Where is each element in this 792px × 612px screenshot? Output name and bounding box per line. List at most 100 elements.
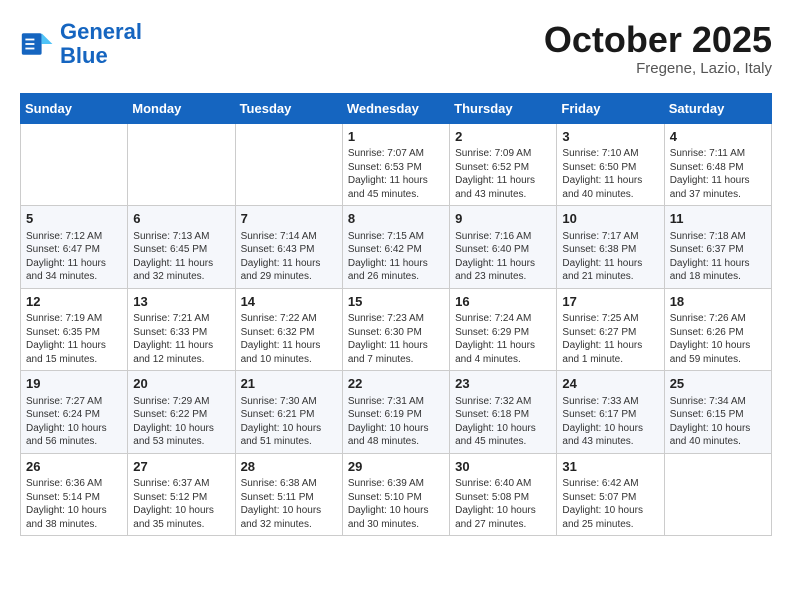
day-info: Sunrise: 7:25 AM Sunset: 6:27 PM Dayligh… — [562, 312, 658, 366]
day-number: 26 — [26, 458, 122, 476]
day-info: Sunrise: 7:32 AM Sunset: 6:18 PM Dayligh… — [455, 395, 551, 449]
day-info: Sunrise: 7:11 AM Sunset: 6:48 PM Dayligh… — [670, 147, 766, 201]
calendar-cell: 20 Sunrise: 7:29 AM Sunset: 6:22 PM Dayli… — [128, 371, 235, 454]
day-number: 15 — [348, 293, 444, 311]
calendar-week-row: 19 Sunrise: 7:27 AM Sunset: 6:24 PM Dayli… — [21, 371, 772, 454]
calendar-cell: 30Sunrise: 6:40 AM Sunset: 5:08 PM Dayli… — [450, 453, 557, 536]
calendar-cell: 31Sunrise: 6:42 AM Sunset: 5:07 PM Dayli… — [557, 453, 664, 536]
day-number: 2 — [455, 128, 551, 146]
day-number: 31 — [562, 458, 658, 476]
day-number: 30 — [455, 458, 551, 476]
calendar-cell: 6Sunrise: 7:13 AM Sunset: 6:45 PM Daylig… — [128, 206, 235, 289]
day-info: Sunrise: 6:38 AM Sunset: 5:11 PM Dayligh… — [241, 477, 337, 531]
calendar-cell — [664, 453, 771, 536]
day-info: Sunrise: 7:23 AM Sunset: 6:30 PM Dayligh… — [348, 312, 444, 366]
day-info: Sunrise: 7:26 AM Sunset: 6:26 PM Dayligh… — [670, 312, 766, 366]
calendar-cell: 18Sunrise: 7:26 AM Sunset: 6:26 PM Dayli… — [664, 288, 771, 371]
day-number: 8 — [348, 210, 444, 228]
day-number: 22 — [348, 375, 444, 393]
calendar-cell: 24 Sunrise: 7:33 AM Sunset: 6:17 PM Dayli… — [557, 371, 664, 454]
calendar-cell: 2Sunrise: 7:09 AM Sunset: 6:52 PM Daylig… — [450, 123, 557, 206]
calendar-cell: 15Sunrise: 7:23 AM Sunset: 6:30 PM Dayli… — [342, 288, 449, 371]
column-header-tuesday: Tuesday — [235, 93, 342, 123]
calendar-header-row: SundayMondayTuesdayWednesdayThursdayFrid… — [21, 93, 772, 123]
day-number: 16 — [455, 293, 551, 311]
day-info: Sunrise: 6:37 AM Sunset: 5:12 PM Dayligh… — [133, 477, 229, 531]
calendar-cell: 14Sunrise: 7:22 AM Sunset: 6:32 PM Dayli… — [235, 288, 342, 371]
column-header-thursday: Thursday — [450, 93, 557, 123]
day-info: Sunrise: 7:24 AM Sunset: 6:29 PM Dayligh… — [455, 312, 551, 366]
day-number: 27 — [133, 458, 229, 476]
day-number: 19 — [26, 375, 122, 393]
calendar-cell: 29Sunrise: 6:39 AM Sunset: 5:10 PM Dayli… — [342, 453, 449, 536]
day-info: Sunrise: 7:31 AM Sunset: 6:19 PM Dayligh… — [348, 395, 444, 449]
logo-line2: Blue — [60, 43, 108, 68]
location: Fregene, Lazio, Italy — [544, 60, 772, 77]
calendar-cell — [235, 123, 342, 206]
calendar-week-row: 26Sunrise: 6:36 AM Sunset: 5:14 PM Dayli… — [21, 453, 772, 536]
calendar-week-row: 12Sunrise: 7:19 AM Sunset: 6:35 PM Dayli… — [21, 288, 772, 371]
day-info: Sunrise: 7:10 AM Sunset: 6:50 PM Dayligh… — [562, 147, 658, 201]
calendar-cell: 27Sunrise: 6:37 AM Sunset: 5:12 PM Dayli… — [128, 453, 235, 536]
calendar-cell — [128, 123, 235, 206]
calendar-week-row: 5Sunrise: 7:12 AM Sunset: 6:47 PM Daylig… — [21, 206, 772, 289]
logo-icon — [20, 26, 56, 62]
day-number: 10 — [562, 210, 658, 228]
day-info: Sunrise: 6:36 AM Sunset: 5:14 PM Dayligh… — [26, 477, 122, 531]
day-info: Sunrise: 6:39 AM Sunset: 5:10 PM Dayligh… — [348, 477, 444, 531]
title-block: October 2025 Fregene, Lazio, Italy — [544, 20, 772, 77]
column-header-saturday: Saturday — [664, 93, 771, 123]
day-number: 1 — [348, 128, 444, 146]
page-header: General Blue October 2025 Fregene, Lazio… — [20, 20, 772, 77]
day-info: Sunrise: 7:18 AM Sunset: 6:37 PM Dayligh… — [670, 230, 766, 284]
day-number: 20 — [133, 375, 229, 393]
day-info: Sunrise: 7:19 AM Sunset: 6:35 PM Dayligh… — [26, 312, 122, 366]
day-number: 24 — [562, 375, 658, 393]
day-info: Sunrise: 7:30 AM Sunset: 6:21 PM Dayligh… — [241, 395, 337, 449]
calendar-cell: 11 Sunrise: 7:18 AM Sunset: 6:37 PM Dayli… — [664, 206, 771, 289]
day-number: 11 — [670, 210, 766, 228]
month-title: October 2025 — [544, 20, 772, 60]
column-header-wednesday: Wednesday — [342, 93, 449, 123]
calendar-cell: 21 Sunrise: 7:30 AM Sunset: 6:21 PM Dayli… — [235, 371, 342, 454]
logo-line1: General — [60, 19, 142, 44]
calendar-cell: 28Sunrise: 6:38 AM Sunset: 5:11 PM Dayli… — [235, 453, 342, 536]
day-info: Sunrise: 7:16 AM Sunset: 6:40 PM Dayligh… — [455, 230, 551, 284]
calendar-cell: 1Sunrise: 7:07 AM Sunset: 6:53 PM Daylig… — [342, 123, 449, 206]
day-number: 28 — [241, 458, 337, 476]
day-number: 4 — [670, 128, 766, 146]
calendar-cell: 22 Sunrise: 7:31 AM Sunset: 6:19 PM Dayli… — [342, 371, 449, 454]
day-info: Sunrise: 7:15 AM Sunset: 6:42 PM Dayligh… — [348, 230, 444, 284]
calendar-cell: 23Sunrise: 7:32 AM Sunset: 6:18 PM Dayli… — [450, 371, 557, 454]
day-info: Sunrise: 7:21 AM Sunset: 6:33 PM Dayligh… — [133, 312, 229, 366]
calendar-cell: 4Sunrise: 7:11 AM Sunset: 6:48 PM Daylig… — [664, 123, 771, 206]
day-number: 25 — [670, 375, 766, 393]
logo: General Blue — [20, 20, 142, 68]
day-info: Sunrise: 7:29 AM Sunset: 6:22 PM Dayligh… — [133, 395, 229, 449]
calendar-cell: 13Sunrise: 7:21 AM Sunset: 6:33 PM Dayli… — [128, 288, 235, 371]
day-number: 9 — [455, 210, 551, 228]
column-header-monday: Monday — [128, 93, 235, 123]
day-number: 13 — [133, 293, 229, 311]
day-number: 18 — [670, 293, 766, 311]
calendar-cell: 19 Sunrise: 7:27 AM Sunset: 6:24 PM Dayli… — [21, 371, 128, 454]
calendar-week-row: 1Sunrise: 7:07 AM Sunset: 6:53 PM Daylig… — [21, 123, 772, 206]
calendar-cell: 25Sunrise: 7:34 AM Sunset: 6:15 PM Dayli… — [664, 371, 771, 454]
calendar-cell: 10Sunrise: 7:17 AM Sunset: 6:38 PM Dayli… — [557, 206, 664, 289]
day-info: Sunrise: 6:42 AM Sunset: 5:07 PM Dayligh… — [562, 477, 658, 531]
day-info: Sunrise: 7:33 AM Sunset: 6:17 PM Dayligh… — [562, 395, 658, 449]
calendar-cell: 9 Sunrise: 7:16 AM Sunset: 6:40 PM Daylig… — [450, 206, 557, 289]
day-number: 17 — [562, 293, 658, 311]
day-number: 21 — [241, 375, 337, 393]
day-info: Sunrise: 7:07 AM Sunset: 6:53 PM Dayligh… — [348, 147, 444, 201]
calendar-cell: 8 Sunrise: 7:15 AM Sunset: 6:42 PM Daylig… — [342, 206, 449, 289]
day-number: 3 — [562, 128, 658, 146]
day-info: Sunrise: 7:22 AM Sunset: 6:32 PM Dayligh… — [241, 312, 337, 366]
day-info: Sunrise: 7:27 AM Sunset: 6:24 PM Dayligh… — [26, 395, 122, 449]
day-number: 12 — [26, 293, 122, 311]
calendar-cell: 16Sunrise: 7:24 AM Sunset: 6:29 PM Dayli… — [450, 288, 557, 371]
day-info: Sunrise: 7:14 AM Sunset: 6:43 PM Dayligh… — [241, 230, 337, 284]
calendar-cell: 3Sunrise: 7:10 AM Sunset: 6:50 PM Daylig… — [557, 123, 664, 206]
day-number: 7 — [241, 210, 337, 228]
day-info: Sunrise: 7:09 AM Sunset: 6:52 PM Dayligh… — [455, 147, 551, 201]
